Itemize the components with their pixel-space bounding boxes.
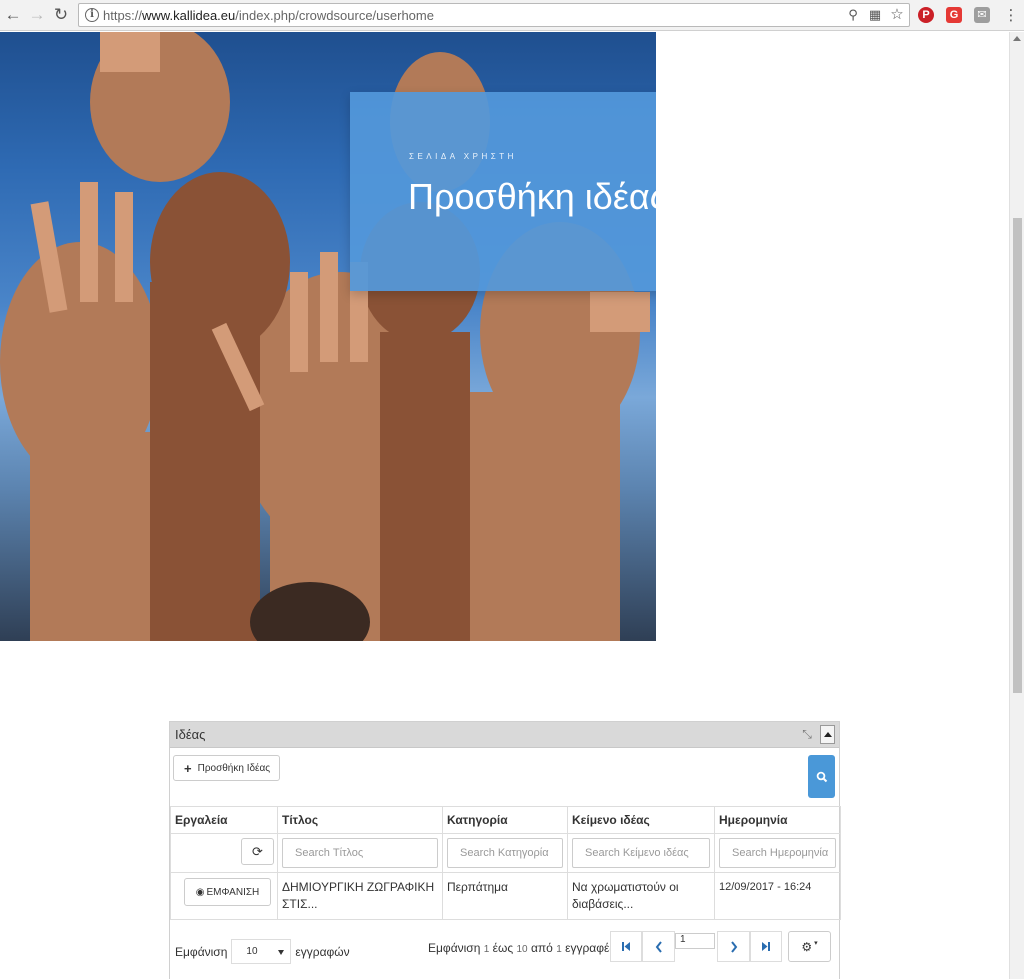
ideas-panel: Ιδέας ⤡ + Προσθήκη Ιδέας Εργαλεία Τίτλος… <box>169 721 841 979</box>
scroll-thumb[interactable] <box>1013 218 1022 693</box>
row-title: ΔΗΜΙΟΥΡΓΙΚΗ ΖΩΓΡΑΦΙΚΗ ΣΤΙΣ... <box>277 872 443 920</box>
chevron-right-icon <box>730 940 737 953</box>
panel-header: Ιδέας ⤡ <box>170 722 839 748</box>
search-date-input[interactable]: Search Ημερομηνία <box>719 838 836 868</box>
current-page-input[interactable]: 1 <box>675 933 715 949</box>
show-idea-button[interactable]: ◉ ΕΜΦΑΝΙΣΗ <box>184 878 271 906</box>
last-page-button[interactable] <box>750 931 782 962</box>
page-scrollbar[interactable] <box>1009 32 1024 979</box>
first-page-icon <box>622 942 630 951</box>
page-header-box: ΣΕΛΙΔΑ ΧΡΗΣΤΗ Προσθήκη ιδέας <box>350 92 656 291</box>
collapse-button[interactable] <box>820 725 835 744</box>
extension-g-icon[interactable]: G <box>946 7 962 23</box>
row-date: 12/09/2017 - 16:24 <box>714 872 841 920</box>
address-bar[interactable]: i https://www.kallidea.eu/index.php/crow… <box>78 3 910 27</box>
info-icon[interactable]: i <box>85 8 99 22</box>
row-idea-text: Να χρωματιστούν οι διαβάσεις... <box>567 872 715 920</box>
browser-toolbar: ← → ↻ i https://www.kallidea.eu/index.ph… <box>0 0 1024 31</box>
add-idea-button[interactable]: + Προσθήκη Ιδέας <box>173 755 280 781</box>
forward-icon[interactable]: → <box>26 4 48 26</box>
zoom-icon[interactable]: ⚲ <box>845 7 861 23</box>
previous-page-button[interactable] <box>642 931 675 962</box>
page-title: Προσθήκη ιδέας <box>408 176 656 217</box>
eye-icon: ◉ <box>195 886 205 898</box>
scroll-up-arrow-icon[interactable] <box>1013 36 1021 41</box>
column-settings-button[interactable]: ⚙ ▾ <box>788 931 831 962</box>
expand-icon[interactable]: ⤡ <box>800 727 814 741</box>
pinterest-icon[interactable]: P <box>918 7 934 23</box>
hero-image-raised-hands: ΣΕΛΙΔΑ ΧΡΗΣΤΗ Προσθήκη ιδέας <box>0 32 656 641</box>
search-title-input[interactable]: Search Τίτλος <box>282 838 438 868</box>
refresh-icon: ⟳ <box>252 843 263 859</box>
panel-title: Ιδέας <box>175 727 206 742</box>
column-header-category[interactable]: Κατηγορία <box>442 806 568 834</box>
plus-icon: + <box>184 760 192 776</box>
ideas-table: Εργαλεία Τίτλος Κατηγορία Κείμενο ιδέας … <box>170 806 841 920</box>
column-header-title[interactable]: Τίτλος <box>277 806 443 834</box>
search-idea-text-input[interactable]: Search Κείμενο ιδέας <box>572 838 710 868</box>
page-length-control: Εμφάνιση 10 εγγραφών <box>175 939 350 964</box>
add-idea-label: Προσθήκη Ιδέας <box>197 762 271 774</box>
table-row: ◉ ΕΜΦΑΝΙΣΗ ΔΗΜΙΟΥΡΓΙΚΗ ΖΩΓΡΑΦΙΚΗ ΣΤΙΣ...… <box>170 872 841 920</box>
page-length-select[interactable]: 10 <box>231 939 292 964</box>
column-header-tools[interactable]: Εργαλεία <box>170 806 278 834</box>
gear-icon: ⚙ <box>801 939 813 954</box>
table-info: Εμφάνιση 1 έως 10 από 1 εγγραφές <box>428 941 616 955</box>
caret-down-icon: ▾ <box>814 939 818 947</box>
extension-inbox-icon[interactable]: ✉ <box>974 7 990 23</box>
records-label: εγγραφών <box>295 944 350 959</box>
show-idea-label: ΕΜΦΑΝΙΣΗ <box>206 886 260 898</box>
search-button[interactable] <box>808 755 835 798</box>
back-icon[interactable]: ← <box>2 4 24 26</box>
row-category: Περπάτημα <box>442 872 568 920</box>
search-icon <box>816 771 827 782</box>
reload-icon[interactable]: ↻ <box>50 4 72 26</box>
column-header-idea-text[interactable]: Κείμενο ιδέας <box>567 806 715 834</box>
table-header-row: Εργαλεία Τίτλος Κατηγορία Κείμενο ιδέας … <box>170 806 841 834</box>
url-text: https://www.kallidea.eu/index.php/crowds… <box>103 8 434 23</box>
refresh-button[interactable]: ⟳ <box>241 838 274 865</box>
show-label: Εμφάνιση <box>175 944 228 959</box>
menu-kebab-icon[interactable]: ⋮ <box>1000 4 1022 26</box>
column-header-date[interactable]: Ημερομηνία <box>714 806 841 834</box>
bookmark-star-icon[interactable]: ☆ <box>889 7 905 23</box>
next-page-button[interactable] <box>717 931 750 962</box>
chevron-left-icon <box>655 940 662 953</box>
last-page-icon <box>762 942 770 951</box>
search-category-input[interactable]: Search Κατηγορία <box>447 838 563 868</box>
first-page-button[interactable] <box>610 931 642 962</box>
filter-row: ⟳ Search Τίτλος Search Κατηγορία Search … <box>170 833 841 873</box>
translate-icon[interactable]: ▦ <box>867 7 883 23</box>
page-subtitle: ΣΕΛΙΔΑ ΧΡΗΣΤΗ <box>409 152 517 161</box>
